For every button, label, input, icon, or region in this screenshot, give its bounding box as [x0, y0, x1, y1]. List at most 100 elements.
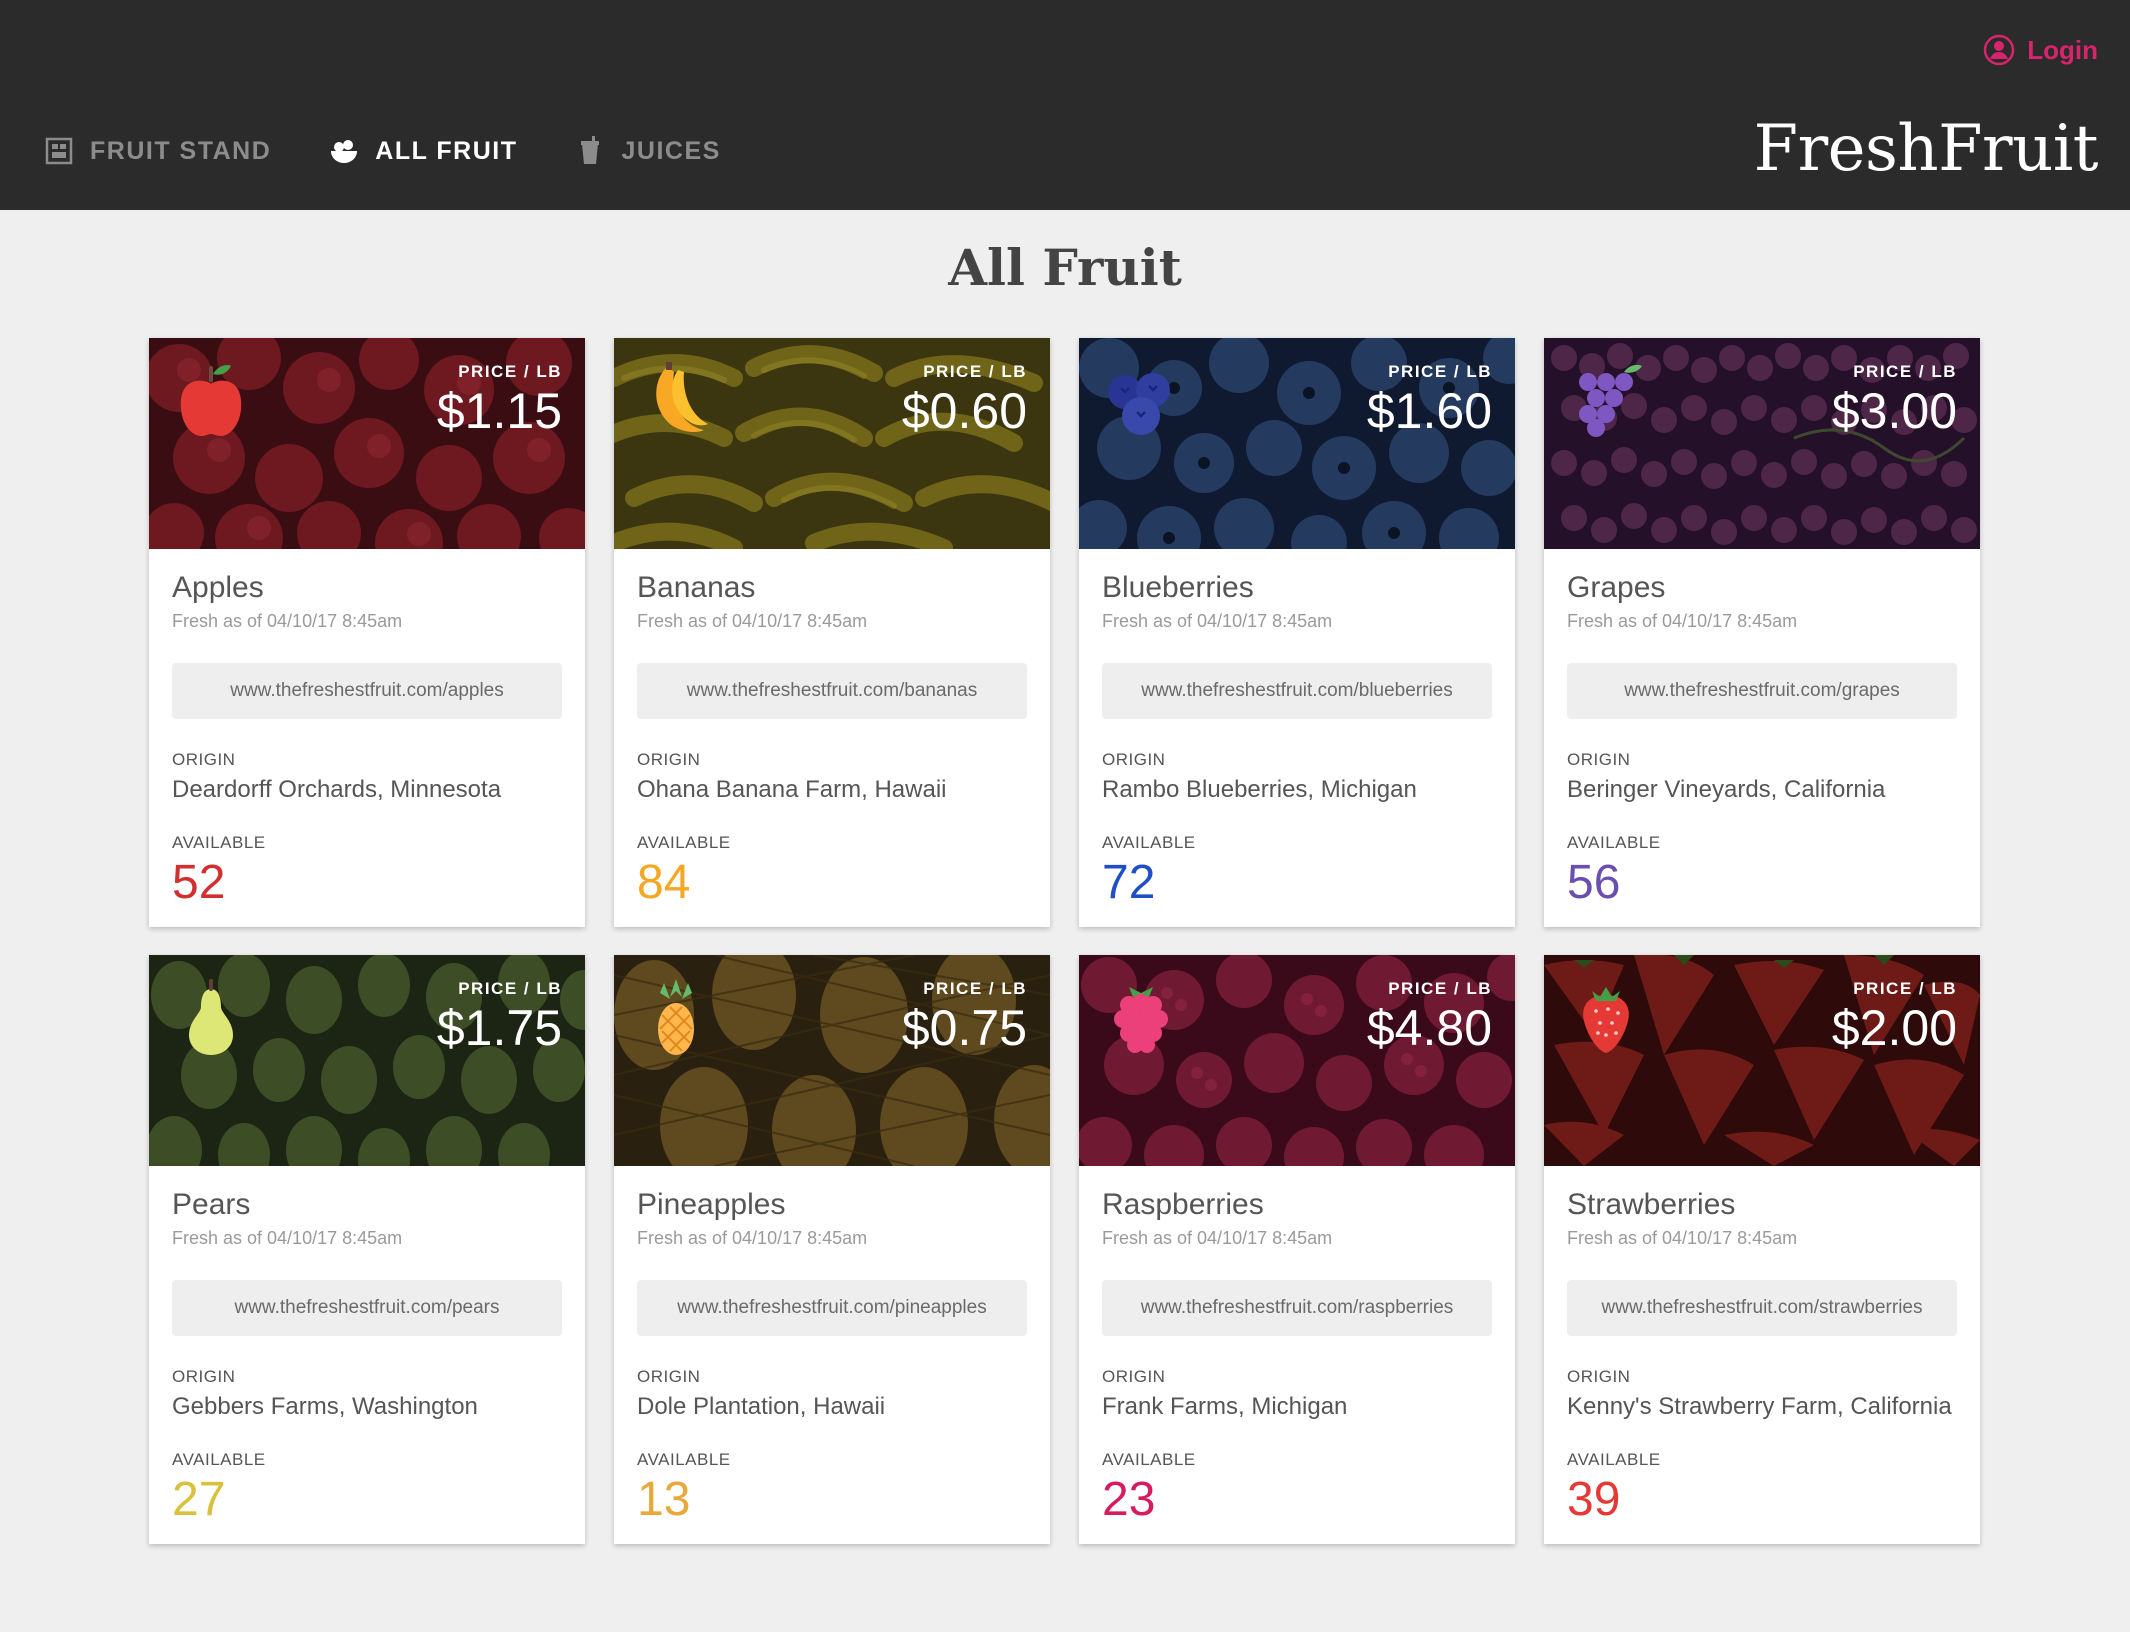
card-hero-image: PRICE / LB $4.80 — [1079, 955, 1515, 1166]
price-label: PRICE / LB — [458, 362, 562, 381]
apple-icon — [180, 364, 242, 436]
price-label: PRICE / LB — [1853, 979, 1957, 998]
available-label: AVAILABLE — [637, 1450, 731, 1469]
origin-label: ORIGIN — [1102, 750, 1166, 769]
card-hero-image: PRICE / LB $2.00 — [1544, 955, 1980, 1166]
nav-item-fruit-stand[interactable]: FRUIT STAND — [44, 136, 271, 166]
fruit-url-link[interactable]: www.thefreshestfruit.com/blueberries — [1102, 663, 1492, 719]
raspberry-icon — [1114, 987, 1168, 1053]
available-label: AVAILABLE — [1567, 1450, 1661, 1469]
user-circle-icon — [1983, 34, 2015, 66]
fruit-url-link[interactable]: www.thefreshestfruit.com/pears — [172, 1280, 562, 1336]
price-label: PRICE / LB — [1388, 979, 1492, 998]
banana-icon — [656, 362, 708, 432]
available-label: AVAILABLE — [637, 833, 731, 852]
card-hero-image: PRICE / LB $0.75 — [614, 955, 1050, 1166]
fruit-card-bananas[interactable]: PRICE / LB $0.60 Bananas Fresh as of 04/… — [614, 338, 1050, 927]
fresh-timestamp: Fresh as of 04/10/17 8:45am — [637, 611, 868, 631]
fruit-card-grapes[interactable]: PRICE / LB $3.00 Grapes Fresh as of 04/1… — [1544, 338, 1980, 927]
fruit-card-raspberries[interactable]: PRICE / LB $4.80 Raspberries Fresh as of… — [1079, 955, 1515, 1544]
nav-item-all-fruit[interactable]: ALL FRUIT — [329, 136, 517, 166]
price-label: PRICE / LB — [458, 979, 562, 998]
fruit-url-link[interactable]: www.thefreshestfruit.com/apples — [172, 663, 562, 719]
card-hero-image: PRICE / LB $1.15 — [149, 338, 585, 549]
fruit-url-link[interactable]: www.thefreshestfruit.com/bananas — [637, 663, 1027, 719]
fruit-card-apples[interactable]: PRICE / LB $1.15 Apples Fresh as of 04/1… — [149, 338, 585, 927]
fruit-name: Grapes — [1567, 571, 1666, 604]
origin-value: Ohana Banana Farm, Hawaii — [637, 776, 947, 803]
fruit-card-strawberries[interactable]: PRICE / LB $2.00 Strawberries Fresh as o… — [1544, 955, 1980, 1544]
card-hero-image: PRICE / LB $0.60 — [614, 338, 1050, 549]
fruit-url-link[interactable]: www.thefreshestfruit.com/strawberries — [1567, 1280, 1957, 1336]
fruit-name: Pears — [172, 1188, 251, 1221]
available-count: 27 — [172, 1473, 226, 1526]
fruit-url-link[interactable]: www.thefreshestfruit.com/pineapples — [637, 1280, 1027, 1336]
fruit-card-blueberries[interactable]: PRICE / LB $1.60 Blueberries Fresh as of… — [1079, 338, 1515, 927]
available-label: AVAILABLE — [1567, 833, 1661, 852]
fresh-timestamp: Fresh as of 04/10/17 8:45am — [1567, 1228, 1798, 1248]
origin-label: ORIGIN — [637, 1367, 701, 1386]
price-value: $1.75 — [436, 1000, 562, 1056]
fruit-name: Pineapples — [637, 1188, 786, 1221]
price-value: $1.15 — [436, 383, 562, 439]
price-label: PRICE / LB — [923, 979, 1027, 998]
fruit-url-link[interactable]: www.thefreshestfruit.com/grapes — [1567, 663, 1957, 719]
origin-value: Deardorff Orchards, Minnesota — [172, 776, 502, 803]
origin-label: ORIGIN — [1567, 750, 1631, 769]
top-bar: Login FRUIT STAND ALL FRUIT JUICES Fresh… — [0, 0, 2130, 210]
login-label: Login — [2027, 34, 2098, 65]
price-value: $4.80 — [1366, 1000, 1492, 1056]
fruit-url-link[interactable]: www.thefreshestfruit.com/raspberries — [1102, 1280, 1492, 1336]
available-count: 23 — [1102, 1473, 1156, 1526]
origin-label: ORIGIN — [172, 1367, 236, 1386]
fruit-name: Blueberries — [1102, 571, 1254, 604]
available-label: AVAILABLE — [1102, 833, 1196, 852]
price-label: PRICE / LB — [923, 362, 1027, 381]
fresh-timestamp: Fresh as of 04/10/17 8:45am — [172, 611, 403, 631]
origin-label: ORIGIN — [1567, 1367, 1631, 1386]
available-count: 39 — [1567, 1473, 1621, 1526]
card-hero-image: PRICE / LB $1.75 — [149, 955, 585, 1166]
origin-value: Kenny's Strawberry Farm, California — [1567, 1393, 1952, 1420]
fresh-timestamp: Fresh as of 04/10/17 8:45am — [1102, 1228, 1333, 1248]
nav-label: FRUIT STAND — [90, 136, 272, 165]
origin-label: ORIGIN — [172, 750, 236, 769]
fruit-name: Bananas — [637, 571, 756, 604]
page-title: All Fruit — [948, 238, 1182, 297]
strawberry-icon — [1583, 987, 1629, 1053]
available-count: 56 — [1567, 856, 1621, 909]
price-value: $2.00 — [1831, 1000, 1957, 1056]
available-count: 72 — [1102, 856, 1156, 909]
fruit-stand-icon — [45, 137, 73, 165]
pear-icon — [189, 979, 233, 1055]
brand-logo[interactable]: FreshFruit — [1754, 112, 2099, 186]
available-label: AVAILABLE — [172, 833, 266, 852]
fruit-bowl-icon — [331, 140, 358, 163]
fresh-timestamp: Fresh as of 04/10/17 8:45am — [637, 1228, 868, 1248]
origin-value: Beringer Vineyards, California — [1567, 776, 1886, 803]
price-value: $3.00 — [1831, 383, 1957, 439]
nav-item-juices[interactable]: JUICES — [575, 136, 720, 166]
fruit-card-pears[interactable]: PRICE / LB $1.75 Pears Fresh as of 04/10… — [149, 955, 585, 1544]
card-hero-image: PRICE / LB $3.00 — [1544, 338, 1980, 549]
nav-label: JUICES — [621, 136, 721, 165]
available-count: 52 — [172, 856, 226, 909]
login-button[interactable]: Login — [1983, 34, 2098, 66]
available-count: 84 — [637, 856, 691, 909]
origin-value: Rambo Blueberries, Michigan — [1102, 776, 1417, 803]
price-label: PRICE / LB — [1853, 362, 1957, 381]
juice-cup-icon — [581, 136, 600, 164]
origin-value: Frank Farms, Michigan — [1102, 1393, 1348, 1420]
pineapple-icon — [658, 979, 694, 1055]
fruit-card-pineapples[interactable]: PRICE / LB $0.75 Pineapples Fresh as of … — [614, 955, 1050, 1544]
price-label: PRICE / LB — [1388, 362, 1492, 381]
fresh-timestamp: Fresh as of 04/10/17 8:45am — [172, 1228, 403, 1248]
card-hero-image: PRICE / LB $1.60 — [1079, 338, 1515, 549]
grapes-icon — [1579, 364, 1642, 437]
blueberry-icon — [1108, 373, 1170, 435]
nav-label: ALL FRUIT — [375, 136, 518, 165]
price-value: $1.60 — [1366, 383, 1492, 439]
main-nav: FRUIT STAND ALL FRUIT JUICES — [44, 136, 779, 166]
fruit-name: Strawberries — [1567, 1188, 1736, 1221]
available-label: AVAILABLE — [172, 1450, 266, 1469]
